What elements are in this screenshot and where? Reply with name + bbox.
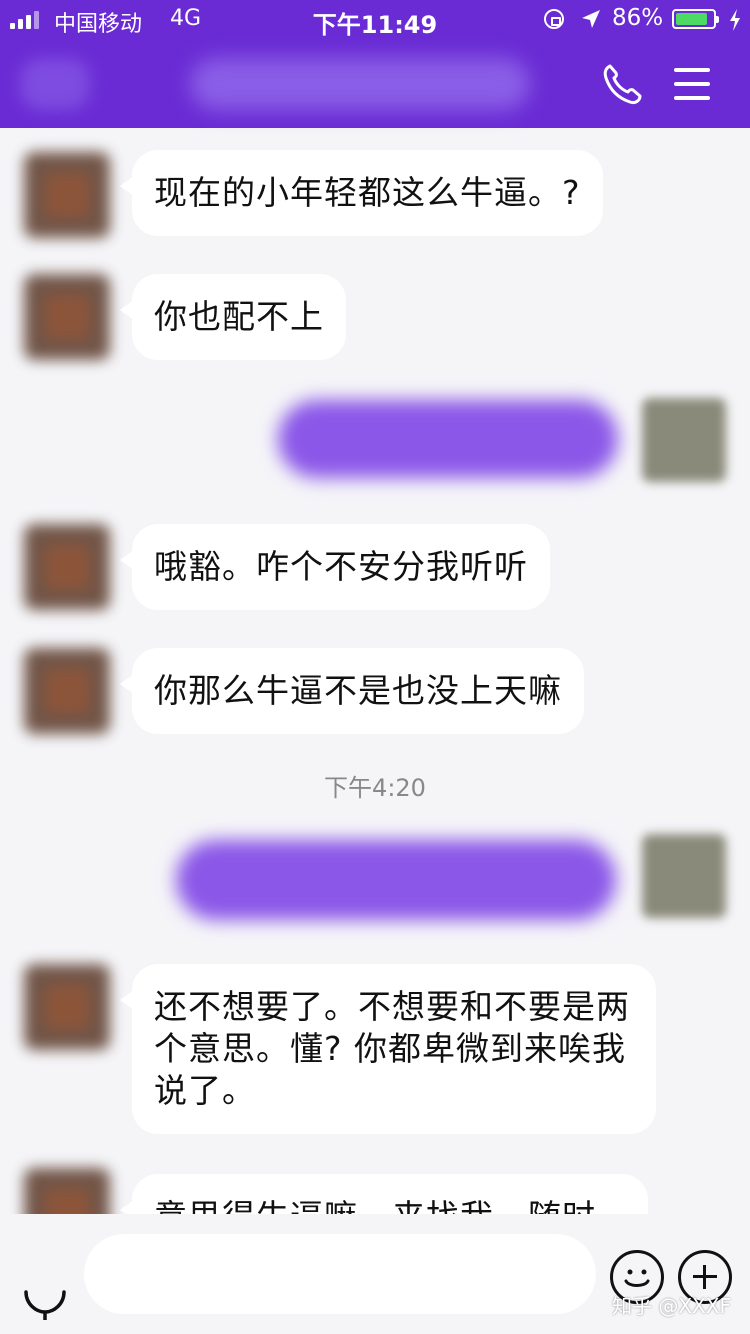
message-bubble-incoming[interactable]: 你那么牛逼不是也没上天嘛 [120, 648, 584, 734]
message-text: 现在的小年轻都这么牛逼。? [154, 173, 581, 212]
avatar[interactable] [24, 1168, 110, 1214]
voice-icon[interactable] [22, 1246, 68, 1320]
message-bubble-outgoing-redacted[interactable] [278, 400, 618, 478]
menu-icon[interactable] [674, 68, 710, 100]
message-input[interactable] [84, 1234, 596, 1314]
message-bubble-incoming[interactable]: 哦豁。咋个不安分我听听 [120, 524, 550, 610]
message-bubble-incoming[interactable]: 意思得牛逼嘛，来找我，随时 [120, 1174, 648, 1214]
watermark: 知乎 @XXXF [612, 1294, 731, 1318]
location-icon [582, 10, 600, 28]
message-text: 还不想要了。不想要和不要是两个意思。懂? 你都卑微到来唉我说了。 [154, 987, 630, 1110]
message-bubble-outgoing-redacted[interactable] [176, 840, 616, 920]
timestamp: 下午4:20 [324, 774, 426, 802]
avatar[interactable] [24, 524, 110, 610]
message-bubble-incoming[interactable]: 你也配不上 [120, 274, 346, 360]
message-text: 你也配不上 [154, 297, 324, 336]
avatar[interactable] [24, 648, 110, 734]
rotation-lock-icon [544, 9, 564, 29]
message-text: 意思得牛逼嘛，来找我，随时 [154, 1197, 596, 1214]
avatar[interactable] [24, 152, 110, 238]
status-bar: 中国移动 4G 下午11:49 86% [0, 0, 750, 40]
message-bubble-incoming[interactable]: 现在的小年轻都这么牛逼。? [120, 150, 603, 236]
avatar[interactable] [24, 964, 110, 1050]
chat-title-redacted [190, 58, 530, 110]
message-bubble-incoming[interactable]: 还不想要了。不想要和不要是两个意思。懂? 你都卑微到来唉我说了。 [120, 964, 656, 1134]
message-text: 你那么牛逼不是也没上天嘛 [154, 671, 562, 710]
battery-icon [672, 9, 719, 29]
back-button[interactable] [20, 58, 90, 110]
avatar[interactable] [24, 274, 110, 360]
message-text: 哦豁。咋个不安分我听听 [154, 547, 528, 586]
nav-bar [0, 40, 750, 128]
charging-icon [730, 9, 740, 31]
my-avatar[interactable] [642, 834, 726, 918]
battery-percent: 86% [612, 5, 664, 31]
phone-icon[interactable] [600, 62, 644, 106]
chat-area[interactable]: 现在的小年轻都这么牛逼。? 你也配不上 哦豁。咋个不安分我听听 你那么牛逼不是也… [0, 128, 750, 1214]
my-avatar[interactable] [642, 398, 726, 482]
